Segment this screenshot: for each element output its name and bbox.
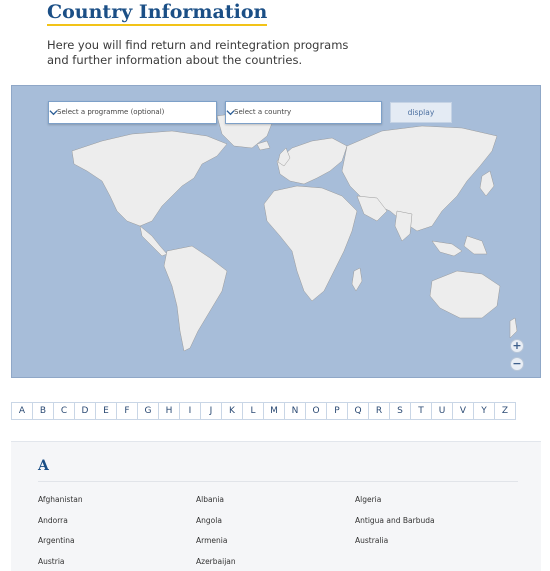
country-link[interactable]: Armenia	[196, 536, 227, 545]
alphabet-letter-l[interactable]: L	[242, 402, 264, 420]
alphabet-letter-y[interactable]: Y	[473, 402, 495, 420]
chevron-down-icon	[226, 110, 235, 116]
country-link[interactable]: Andorra	[38, 516, 68, 525]
alphabet-letter-j[interactable]: J	[200, 402, 222, 420]
alphabet-letter-k[interactable]: K	[221, 402, 243, 420]
alphabet-letter-f[interactable]: F	[116, 402, 138, 420]
alphabet-letter-b[interactable]: B	[32, 402, 54, 420]
section-divider	[38, 481, 518, 482]
country-link[interactable]: Albania	[196, 495, 224, 504]
alphabet-letter-h[interactable]: H	[158, 402, 180, 420]
section-letter: A	[38, 458, 49, 474]
alphabet-letter-q[interactable]: Q	[347, 402, 369, 420]
alphabet-letter-c[interactable]: C	[53, 402, 75, 420]
alphabet-letter-m[interactable]: M	[263, 402, 285, 420]
alphabet-letter-e[interactable]: E	[95, 402, 117, 420]
zoom-out-button[interactable]: −	[510, 357, 524, 371]
alphabet-letter-i[interactable]: I	[179, 402, 201, 420]
chevron-down-icon	[49, 110, 58, 116]
programme-select-value: Select a programme (optional)	[57, 108, 165, 116]
country-list-section: A Afghanistan Albania Algeria Andorra Angola…	[11, 441, 541, 571]
display-button[interactable]: display	[390, 102, 452, 123]
alphabet-letter-a[interactable]: A	[11, 402, 33, 420]
country-link[interactable]: Afghanistan	[38, 495, 83, 504]
alphabet-letter-p[interactable]: P	[326, 402, 348, 420]
alphabet-letter-o[interactable]: O	[305, 402, 327, 420]
country-link[interactable]: Australia	[355, 536, 388, 545]
alphabet-letter-t[interactable]: T	[410, 402, 432, 420]
alphabet-letter-z[interactable]: Z	[494, 402, 516, 420]
country-select[interactable]: Select a country	[225, 101, 382, 124]
alphabet-nav: ABCDEFGHIJKLMNOPQRSTUVYZ	[11, 402, 516, 420]
country-link[interactable]: Algeria	[355, 495, 381, 504]
country-link[interactable]: Antigua and Barbuda	[355, 516, 435, 525]
intro-text: Here you will find return and reintegrat…	[47, 38, 349, 67]
alphabet-letter-r[interactable]: R	[368, 402, 390, 420]
alphabet-letter-g[interactable]: G	[137, 402, 159, 420]
country-select-value: Select a country	[234, 108, 292, 116]
zoom-in-button[interactable]: +	[510, 339, 524, 353]
country-link[interactable]: Angola	[196, 516, 222, 525]
world-map-land[interactable]	[12, 86, 541, 378]
alphabet-letter-u[interactable]: U	[431, 402, 453, 420]
programme-select[interactable]: Select a programme (optional)	[48, 101, 217, 124]
alphabet-letter-n[interactable]: N	[284, 402, 306, 420]
alphabet-letter-v[interactable]: V	[452, 402, 474, 420]
country-link[interactable]: Argentina	[38, 536, 75, 545]
page-title: Country Information	[47, 1, 268, 26]
alphabet-letter-d[interactable]: D	[74, 402, 96, 420]
world-map[interactable]: Select a programme (optional) Select a c…	[11, 85, 541, 378]
country-link[interactable]: Austria	[38, 557, 65, 566]
country-link[interactable]: Azerbaijan	[196, 557, 236, 566]
alphabet-letter-s[interactable]: S	[389, 402, 411, 420]
